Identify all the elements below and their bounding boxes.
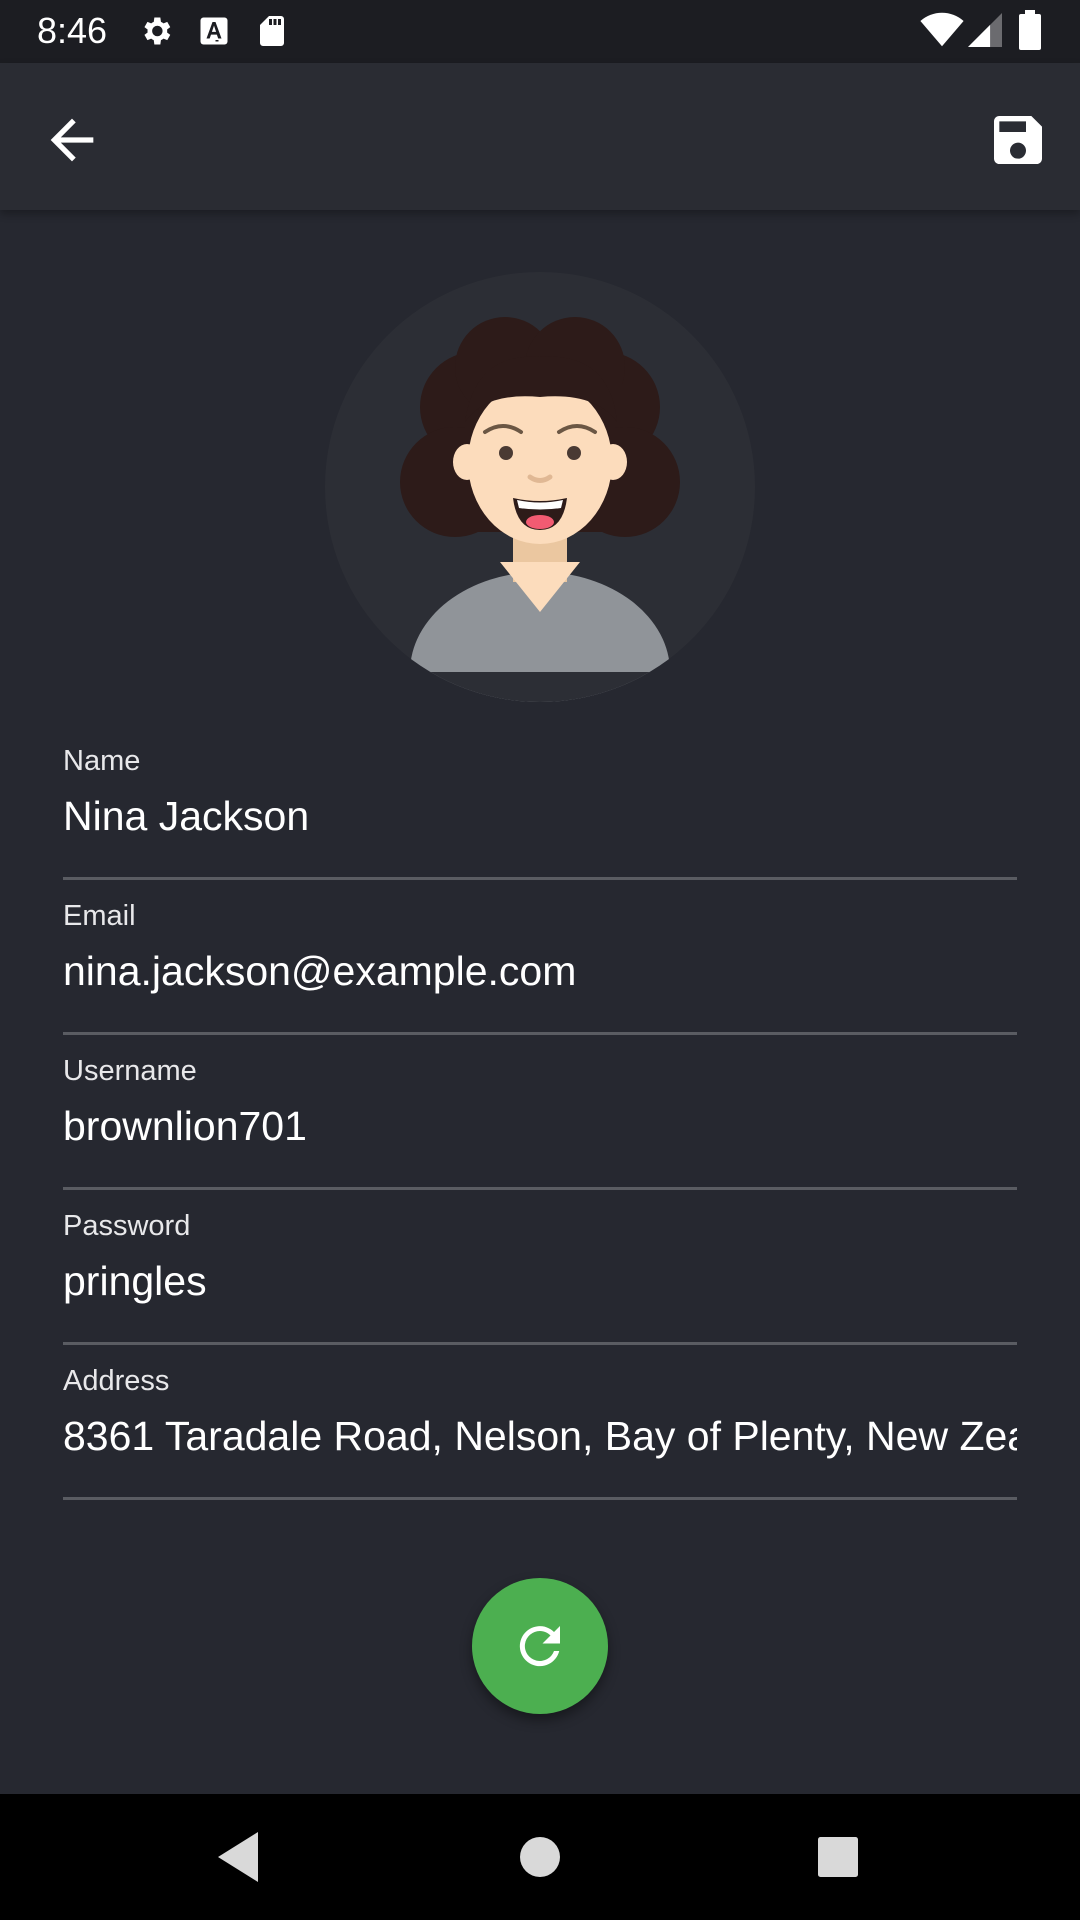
username-label: Username xyxy=(63,1055,197,1087)
password-input[interactable]: pringles xyxy=(63,1256,1017,1306)
font-download-icon xyxy=(196,13,232,54)
cell-signal-icon xyxy=(968,12,1002,53)
address-input[interactable]: 8361 Taradale Road, Nelson, Bay of Plent… xyxy=(63,1411,1017,1461)
nav-home-icon xyxy=(520,1837,560,1877)
refresh-button[interactable] xyxy=(472,1578,608,1714)
status-bar: 8:46 xyxy=(0,0,1080,63)
password-field[interactable]: Password pringles xyxy=(63,1191,1017,1345)
email-label: Email xyxy=(63,900,136,932)
name-field[interactable]: Name Nina Jackson xyxy=(63,726,1017,880)
nav-recents-button[interactable] xyxy=(808,1827,868,1887)
settings-icon xyxy=(138,13,174,54)
refresh-icon xyxy=(519,1626,560,1667)
nav-home-button[interactable] xyxy=(510,1827,570,1887)
sd-card-icon xyxy=(254,13,290,54)
email-input[interactable]: nina.jackson@example.com xyxy=(63,946,1017,996)
nav-recents-icon xyxy=(818,1837,858,1877)
system-nav-bar xyxy=(0,1794,1080,1920)
username-field[interactable]: Username brownlion701 xyxy=(63,1036,1017,1190)
username-input[interactable]: brownlion701 xyxy=(63,1101,1017,1151)
address-field[interactable]: Address 8361 Taradale Road, Nelson, Bay … xyxy=(63,1346,1017,1500)
avatar xyxy=(325,272,755,702)
wifi-icon xyxy=(920,12,964,53)
email-field[interactable]: Email nina.jackson@example.com xyxy=(63,881,1017,1035)
status-time: 8:46 xyxy=(37,10,108,51)
address-label: Address xyxy=(63,1365,170,1397)
save-floppy-icon xyxy=(994,116,1042,164)
name-label: Name xyxy=(63,745,141,777)
battery-icon xyxy=(1018,10,1042,55)
save-button[interactable] xyxy=(986,108,1050,172)
screen: 8:46 Name Nina Jackson Email nina.jackso… xyxy=(0,0,1080,1920)
name-input[interactable]: Nina Jackson xyxy=(63,791,1017,841)
nav-back-button[interactable] xyxy=(208,1827,268,1887)
arrow-back-icon xyxy=(50,118,94,162)
nav-back-icon xyxy=(218,1832,258,1882)
password-label: Password xyxy=(63,1210,191,1242)
back-button[interactable] xyxy=(40,108,104,172)
app-bar xyxy=(0,63,1080,210)
woman-avatar-illustration xyxy=(325,272,755,702)
